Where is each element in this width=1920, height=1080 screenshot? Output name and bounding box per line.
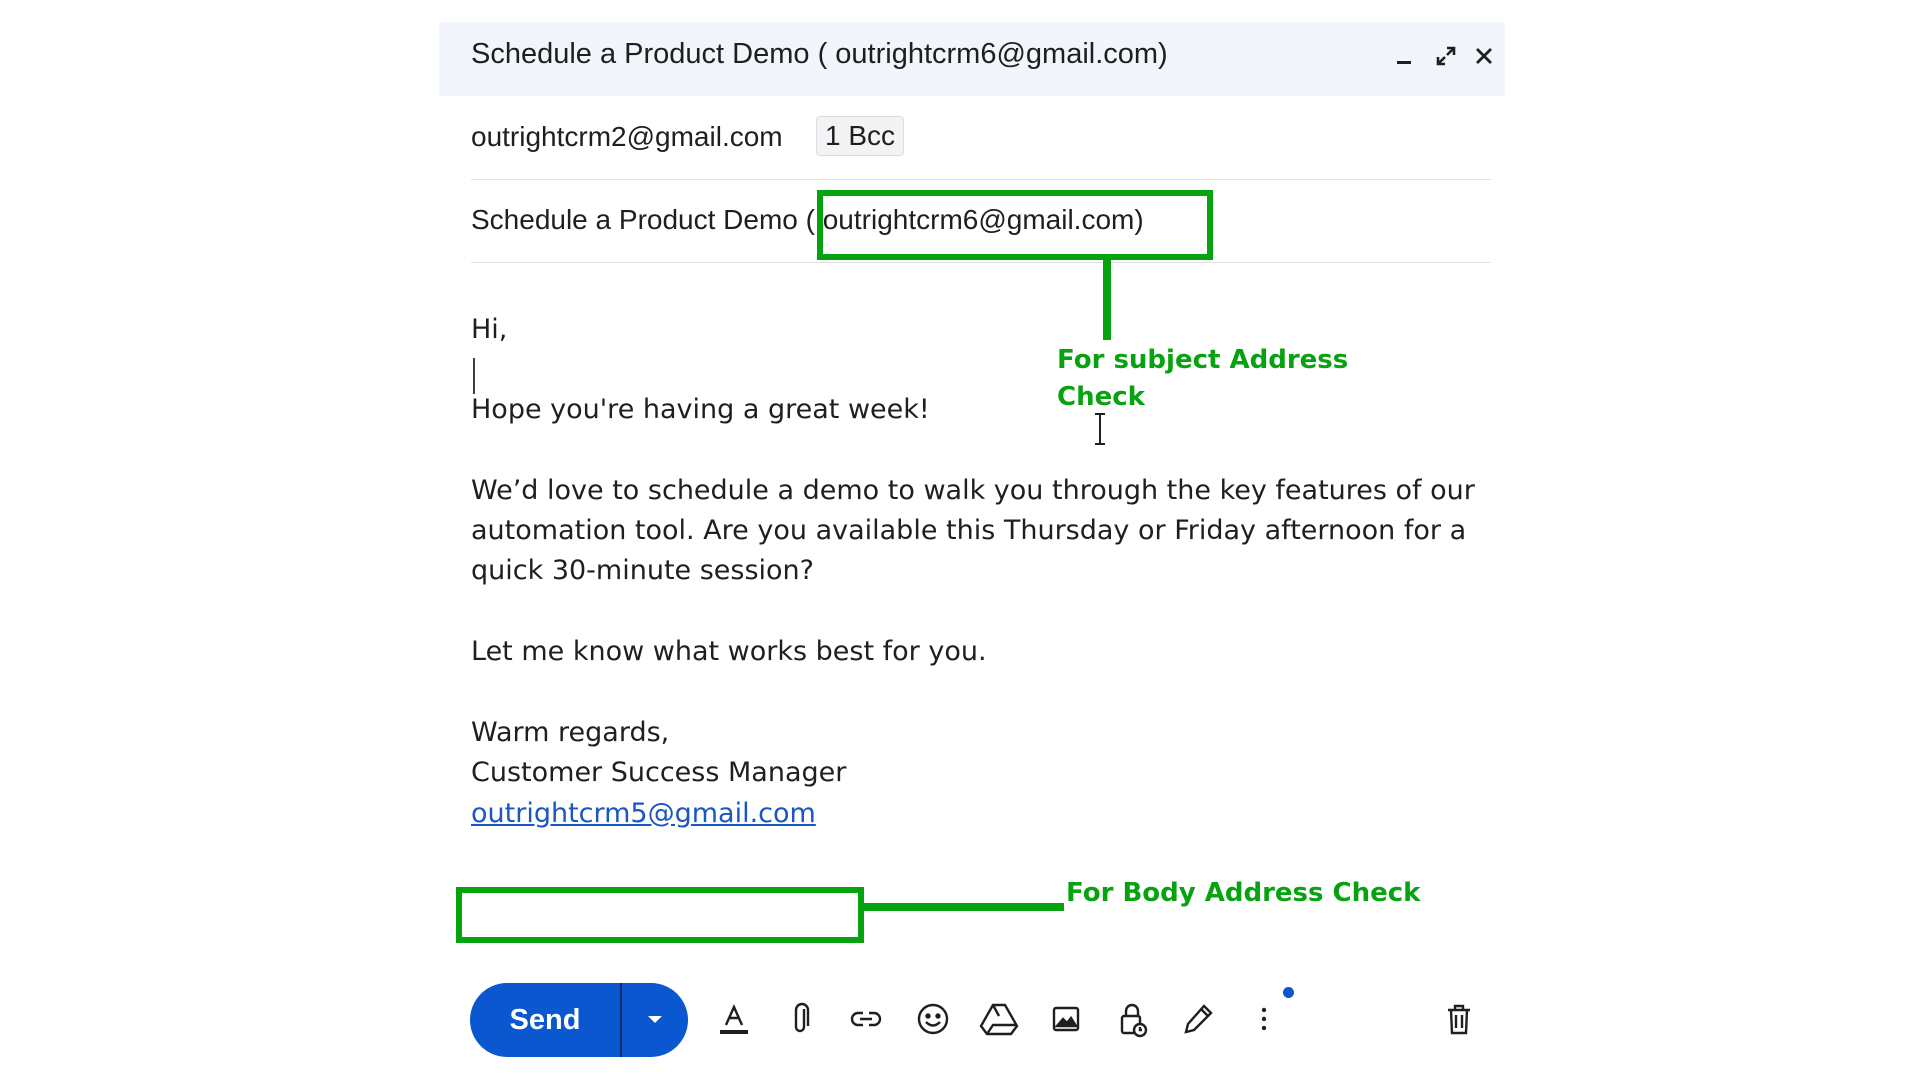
- text-format-icon[interactable]: [710, 995, 758, 1043]
- compose-title: Schedule a Product Demo ( outrightcrm6@g…: [471, 38, 1168, 70]
- link-icon[interactable]: [842, 995, 890, 1043]
- signature-email-link[interactable]: outrightcrm5@gmail.com: [471, 798, 816, 829]
- body-paragraph-line: automation tool. Are you available this …: [471, 515, 1467, 546]
- minimize-icon[interactable]: [1384, 36, 1424, 76]
- discard-icon[interactable]: [1435, 995, 1483, 1043]
- body-connector-line: [862, 903, 1064, 911]
- annotation-line: Check: [1057, 382, 1145, 412]
- send-button[interactable]: Send: [470, 983, 620, 1057]
- drive-icon[interactable]: [975, 995, 1023, 1043]
- recipients-row[interactable]: outrightcrm2@gmail.com 1 Bcc: [471, 96, 1491, 180]
- expand-icon[interactable]: [1426, 36, 1466, 76]
- close-icon[interactable]: [1464, 36, 1504, 76]
- body-greeting: Hi,: [471, 314, 508, 345]
- attach-icon[interactable]: [776, 995, 824, 1043]
- schedule-send-button[interactable]: [622, 983, 688, 1057]
- body-paragraph-line: We’d love to schedule a demo to walk you…: [471, 475, 1475, 506]
- to-recipient[interactable]: outrightcrm2@gmail.com: [471, 121, 783, 153]
- more-options-icon[interactable]: [1240, 995, 1288, 1043]
- send-button-group: Send: [470, 983, 688, 1057]
- photo-icon[interactable]: [1042, 995, 1090, 1043]
- subject-connector-line: [1103, 260, 1111, 340]
- body-line-2: Let me know what works best for you.: [471, 636, 987, 667]
- body-line-1: Hope you're having a great week!: [471, 394, 930, 425]
- confidential-mode-icon[interactable]: [1108, 995, 1156, 1043]
- chevron-down-icon: [648, 1016, 662, 1023]
- body-check-annotation: For Body Address Check: [1066, 878, 1421, 908]
- annotation-line: For subject Address: [1057, 345, 1349, 375]
- body-paragraph-line: quick 30-minute session?: [471, 555, 814, 586]
- signature-icon[interactable]: [1174, 995, 1222, 1043]
- body-email-highlight-box: [456, 887, 864, 943]
- bcc-chip[interactable]: 1 Bcc: [816, 116, 905, 156]
- compose-header: Schedule a Product Demo ( outrightcrm6@g…: [439, 22, 1505, 96]
- body-signature-title: Customer Success Manager: [471, 757, 847, 788]
- body-signoff: Warm regards,: [471, 717, 670, 748]
- subject-check-annotation: For subject Address Check: [1057, 342, 1348, 416]
- emoji-icon[interactable]: [909, 995, 957, 1043]
- notification-dot: [1283, 987, 1294, 998]
- subject-highlight-box: [817, 190, 1213, 260]
- text-caret: [473, 358, 475, 394]
- text-cursor-icon: [1092, 412, 1108, 451]
